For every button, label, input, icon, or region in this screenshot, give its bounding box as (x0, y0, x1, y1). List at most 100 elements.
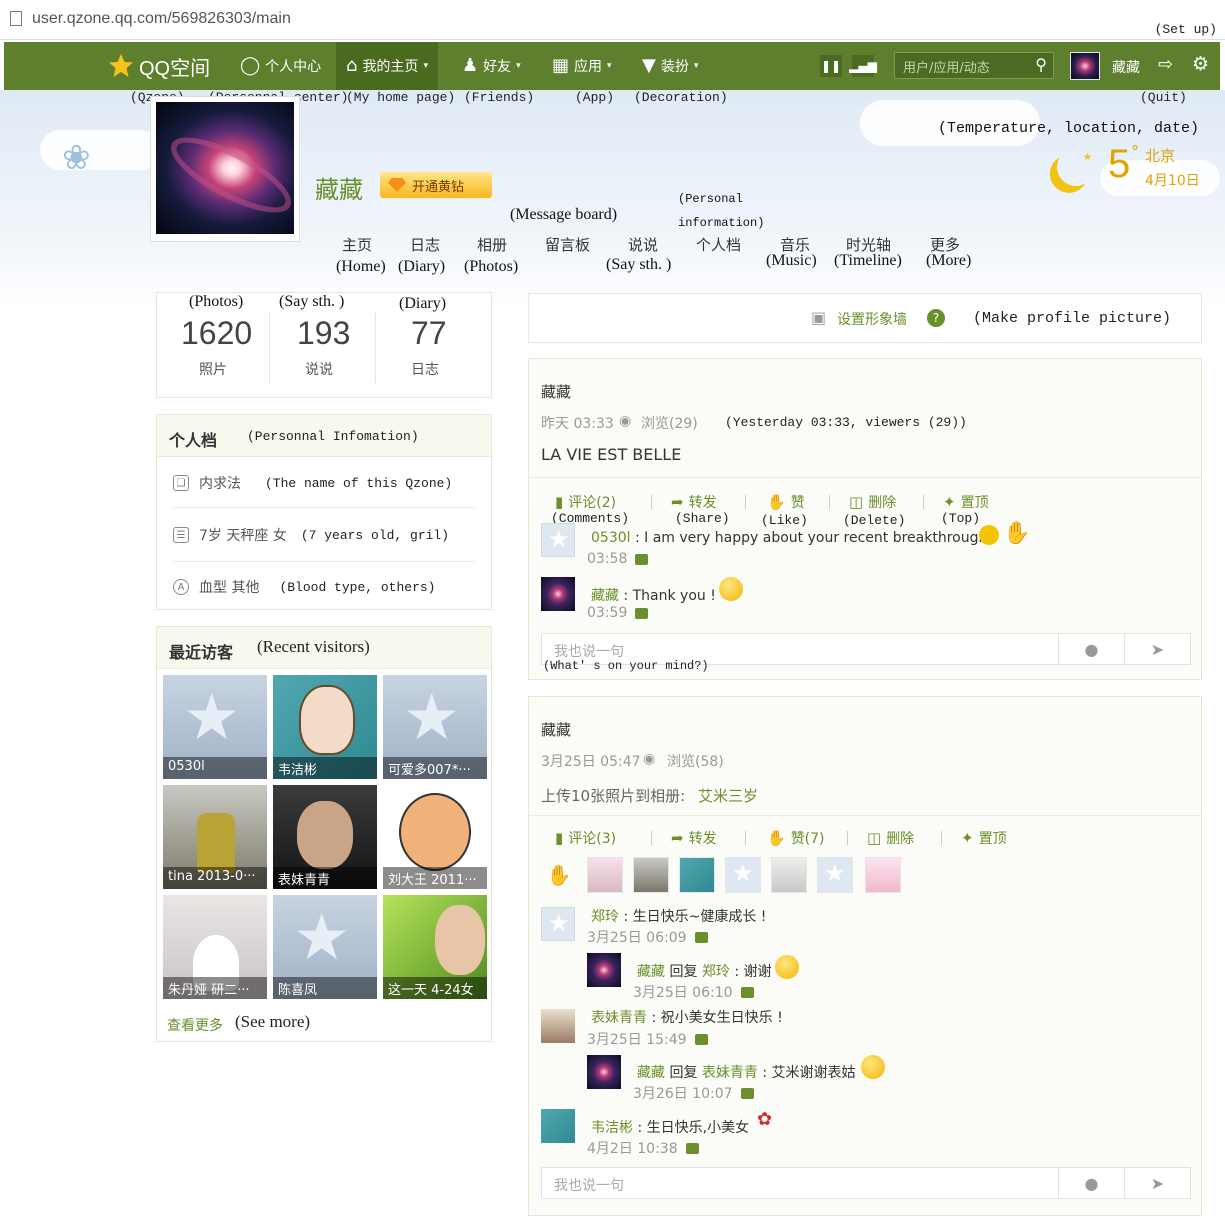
tab-personal-info[interactable]: 个人档 (696, 234, 741, 255)
profile-name[interactable]: 藏藏 (315, 170, 363, 205)
pin-button[interactable]: ✦ 置顶 (961, 828, 1007, 848)
delete-button[interactable]: ◫ 删除 (867, 828, 914, 848)
commenter-name[interactable]: 表妹青青 (591, 1010, 647, 1026)
commenter-name[interactable]: 藏藏 (591, 588, 619, 604)
qzone-logo[interactable]: QQ空间 (108, 42, 210, 90)
vip-button[interactable]: 开通黄钻 (380, 172, 492, 198)
nav-username[interactable]: 藏藏 (1112, 57, 1140, 77)
visitor-tile[interactable]: 0530l (163, 675, 267, 779)
liker-avatar[interactable] (817, 857, 853, 893)
nav-friends[interactable]: ♟ 好友 ▾ (462, 42, 521, 90)
visitor-tile[interactable]: 这一天 4-24女 (383, 895, 487, 999)
home-icon: ⌂ (346, 55, 358, 76)
profile-avatar[interactable] (150, 96, 300, 242)
share-out-icon[interactable]: ➤ (1124, 634, 1190, 664)
reply-input[interactable]: 我也说一句 ● ➤ (541, 1167, 1191, 1199)
tab-home[interactable]: 主页 (342, 234, 372, 255)
say-count[interactable]: 193 (297, 315, 350, 352)
comment-button[interactable]: ▮ 评论(2) (555, 492, 616, 512)
help-icon[interactable]: ? (927, 309, 945, 327)
tab-say[interactable]: 说说 (628, 234, 658, 255)
like-button[interactable]: ✋ 赞(7) (767, 828, 825, 848)
address-bar[interactable]: user.qzone.qq.com/569826303/main (Set up… (0, 0, 1225, 40)
visitor-tile[interactable]: 陈喜凤 (273, 895, 377, 999)
commenter-name[interactable]: 藏藏 (637, 1065, 665, 1081)
search-input[interactable]: 用户/应用/动态 ⚲ (894, 52, 1054, 79)
visitor-name: tina 2013-0··· (163, 867, 267, 889)
visitor-tile[interactable]: tina 2013-0··· (163, 785, 267, 889)
nav-apps[interactable]: ▦ 应用 ▾ (552, 42, 612, 90)
commenter-avatar[interactable] (541, 1009, 575, 1043)
url-text[interactable]: user.qzone.qq.com/569826303/main (32, 10, 291, 28)
post-author[interactable]: 藏藏 (541, 719, 571, 740)
annotation: (Make profile picture) (973, 310, 1172, 327)
logout-icon[interactable]: ⇨ (1158, 54, 1173, 75)
visitor-tile[interactable]: 朱丹娅 研二··· (163, 895, 267, 999)
reply-target[interactable]: 表妹青青 (702, 1065, 758, 1081)
reply-icon[interactable] (685, 1142, 699, 1154)
tab-message-board[interactable]: 留言板 (545, 234, 590, 255)
diamond-icon (388, 178, 406, 192)
post-author[interactable]: 藏藏 (541, 381, 571, 402)
pin-button[interactable]: ✦ 置顶 (943, 492, 989, 512)
weather-city[interactable]: 北京 (1145, 145, 1175, 166)
nav-decoration[interactable]: ▼ 装扮 ▾ (642, 42, 698, 90)
commenter-name[interactable]: 韦洁彬 (591, 1120, 633, 1136)
commenter-avatar[interactable] (587, 1055, 621, 1089)
photos-count[interactable]: 1620 (181, 315, 252, 352)
delete-button[interactable]: ◫ 删除 (849, 492, 896, 512)
commenter-name[interactable]: 藏藏 (637, 964, 665, 980)
reply-icon[interactable] (635, 607, 649, 619)
comment-button[interactable]: ▮ 评论(3) (555, 828, 616, 848)
divider (829, 495, 830, 509)
commenter-name[interactable]: 郑玲 (591, 909, 619, 925)
reply-icon[interactable] (740, 1087, 754, 1099)
camera-icon[interactable]: ● (1058, 634, 1124, 664)
reply-target[interactable]: 郑玲 (702, 964, 730, 980)
nav-my-home[interactable]: ⌂ 我的主页 ▾ (336, 42, 438, 90)
commenter-avatar[interactable] (541, 523, 575, 557)
commenter-avatar[interactable] (541, 1109, 575, 1143)
reply-icon[interactable] (635, 553, 649, 565)
visitor-tile[interactable]: 韦洁彬 (273, 675, 377, 779)
see-more-link[interactable]: 查看更多 (167, 1015, 223, 1035)
reply-icon[interactable] (694, 931, 708, 943)
diary-count[interactable]: 77 (411, 315, 447, 352)
commenter-avatar[interactable] (541, 577, 575, 611)
reply-icon[interactable] (694, 1033, 708, 1045)
liker-avatar[interactable] (865, 857, 901, 893)
liker-avatar[interactable] (679, 857, 715, 893)
camera-icon[interactable]: ● (1058, 1168, 1124, 1198)
share-button[interactable]: ➦ 转发 (671, 828, 717, 848)
commenter-name[interactable]: 0530l (591, 530, 631, 546)
visitor-tile[interactable]: 刘大王 2011··· (383, 785, 487, 889)
nav-personal-center[interactable]: ◯ 个人中心 (240, 42, 321, 90)
visitor-photo (299, 685, 355, 755)
album-link[interactable]: 艾米三岁 (698, 787, 758, 805)
like-button[interactable]: ✋ 赞 (767, 492, 805, 512)
liker-avatar[interactable] (587, 857, 623, 893)
liker-avatar[interactable] (771, 857, 807, 893)
brand-name: QQ空间 (139, 57, 211, 80)
divider (923, 495, 924, 509)
tab-photos[interactable]: 相册 (477, 234, 507, 255)
gear-icon[interactable]: ⚙ (1192, 53, 1209, 75)
annotation: (Quit) (1140, 90, 1187, 105)
liker-avatar[interactable] (633, 857, 669, 893)
make-profile-button[interactable]: 设置形象墙 (837, 309, 907, 329)
visitor-tile[interactable]: 表妹青青 (273, 785, 377, 889)
search-icon[interactable]: ⚲ (1035, 55, 1047, 74)
bars-icon[interactable]: ▂▄▆ (849, 55, 877, 77)
tab-diary[interactable]: 日志 (410, 234, 440, 255)
visitor-tile[interactable]: 可爱多007*··· (383, 675, 487, 779)
nav-avatar[interactable] (1070, 52, 1100, 80)
thumbs-up-emoji-icon: ✋ (1003, 521, 1031, 546)
annotation: (My home page) (346, 90, 456, 105)
commenter-avatar[interactable] (541, 907, 575, 941)
reply-icon[interactable] (740, 986, 754, 998)
liker-avatar[interactable] (725, 857, 761, 893)
commenter-avatar[interactable] (587, 953, 621, 987)
share-out-icon[interactable]: ➤ (1124, 1168, 1190, 1198)
pause-icon[interactable]: ❚❚ (820, 55, 842, 77)
share-button[interactable]: ➦ 转发 (671, 492, 717, 512)
